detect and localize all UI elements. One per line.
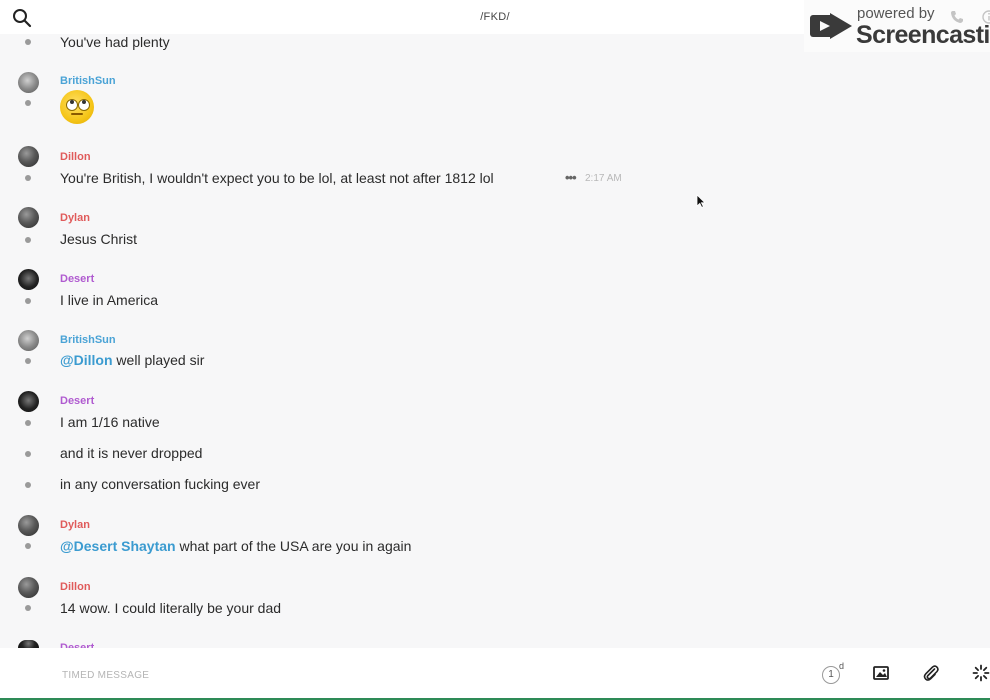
author-name[interactable]: Dylan <box>60 212 90 224</box>
watermark-powered-by: powered by <box>857 5 935 22</box>
message-timestamp: 2:17 AM <box>585 173 622 184</box>
avatar[interactable] <box>18 330 39 351</box>
message-bullet <box>25 237 31 243</box>
message-feed[interactable]: You've had plenty BritishSun Dillon You'… <box>0 34 990 648</box>
avatar[interactable] <box>18 640 39 648</box>
message-bullet <box>25 100 31 106</box>
message-bullet <box>25 420 31 426</box>
message-text: @Desert Shaytan what part of the USA are… <box>60 538 411 554</box>
message-text: Jesus Christ <box>60 231 138 247</box>
eye-roll-emoji <box>60 90 94 124</box>
paperclip-icon[interactable] <box>922 664 940 682</box>
composer-bar: 1 d <box>0 648 990 700</box>
message-bullet <box>25 451 31 457</box>
message-text: I am 1/16 native <box>60 414 160 430</box>
author-name[interactable]: Dylan <box>60 519 90 531</box>
timer-unit: d <box>839 661 845 671</box>
author-name[interactable]: Dillon <box>60 151 91 163</box>
more-options-icon[interactable]: ••• <box>565 170 577 185</box>
message-text: @Dillon well played sir <box>60 352 204 368</box>
avatar[interactable] <box>18 207 39 228</box>
message-bullet <box>25 175 31 181</box>
avatar[interactable] <box>18 146 39 167</box>
message-text-body: what part of the USA are you in again <box>175 538 412 554</box>
message-text: and it is never dropped <box>60 445 203 461</box>
timer-button[interactable]: 1 d <box>822 661 848 684</box>
author-name[interactable]: BritishSun <box>60 75 116 87</box>
message-text: You've had plenty <box>60 34 170 50</box>
user-mention[interactable]: @Desert Shaytan <box>60 538 176 554</box>
avatar[interactable] <box>18 577 39 598</box>
user-mention[interactable]: @Dillon <box>60 352 113 368</box>
avatar[interactable] <box>18 515 39 536</box>
avatar[interactable] <box>18 269 39 290</box>
message-text-body: well played sir <box>112 352 205 368</box>
info-icon[interactable] <box>982 10 990 24</box>
message-bullet <box>25 358 31 364</box>
message-text: I live in America <box>60 292 159 308</box>
author-name[interactable]: Desert <box>60 273 94 285</box>
author-name[interactable]: BritishSun <box>60 334 116 346</box>
message-bullet <box>25 39 31 45</box>
message-text: in any conversation fucking ever <box>60 476 260 492</box>
message-bullet <box>25 605 31 611</box>
avatar[interactable] <box>18 391 39 412</box>
loading-spinner-icon[interactable] <box>972 664 990 682</box>
message-text: You're British, I wouldn't expect you to… <box>60 170 494 186</box>
avatar[interactable] <box>18 72 39 93</box>
message-bullet <box>25 543 31 549</box>
image-icon[interactable] <box>872 664 890 682</box>
author-name[interactable]: Desert <box>60 395 94 407</box>
phone-icon[interactable] <box>950 10 964 24</box>
message-input[interactable] <box>60 664 744 686</box>
cursor-icon <box>696 194 706 208</box>
message-bullet <box>25 298 31 304</box>
author-name[interactable]: Dillon <box>60 581 91 593</box>
timer-value: 1 <box>822 666 840 684</box>
message-bullet <box>25 482 31 488</box>
message-text: 14 wow. I could literally be your dad <box>60 600 282 616</box>
